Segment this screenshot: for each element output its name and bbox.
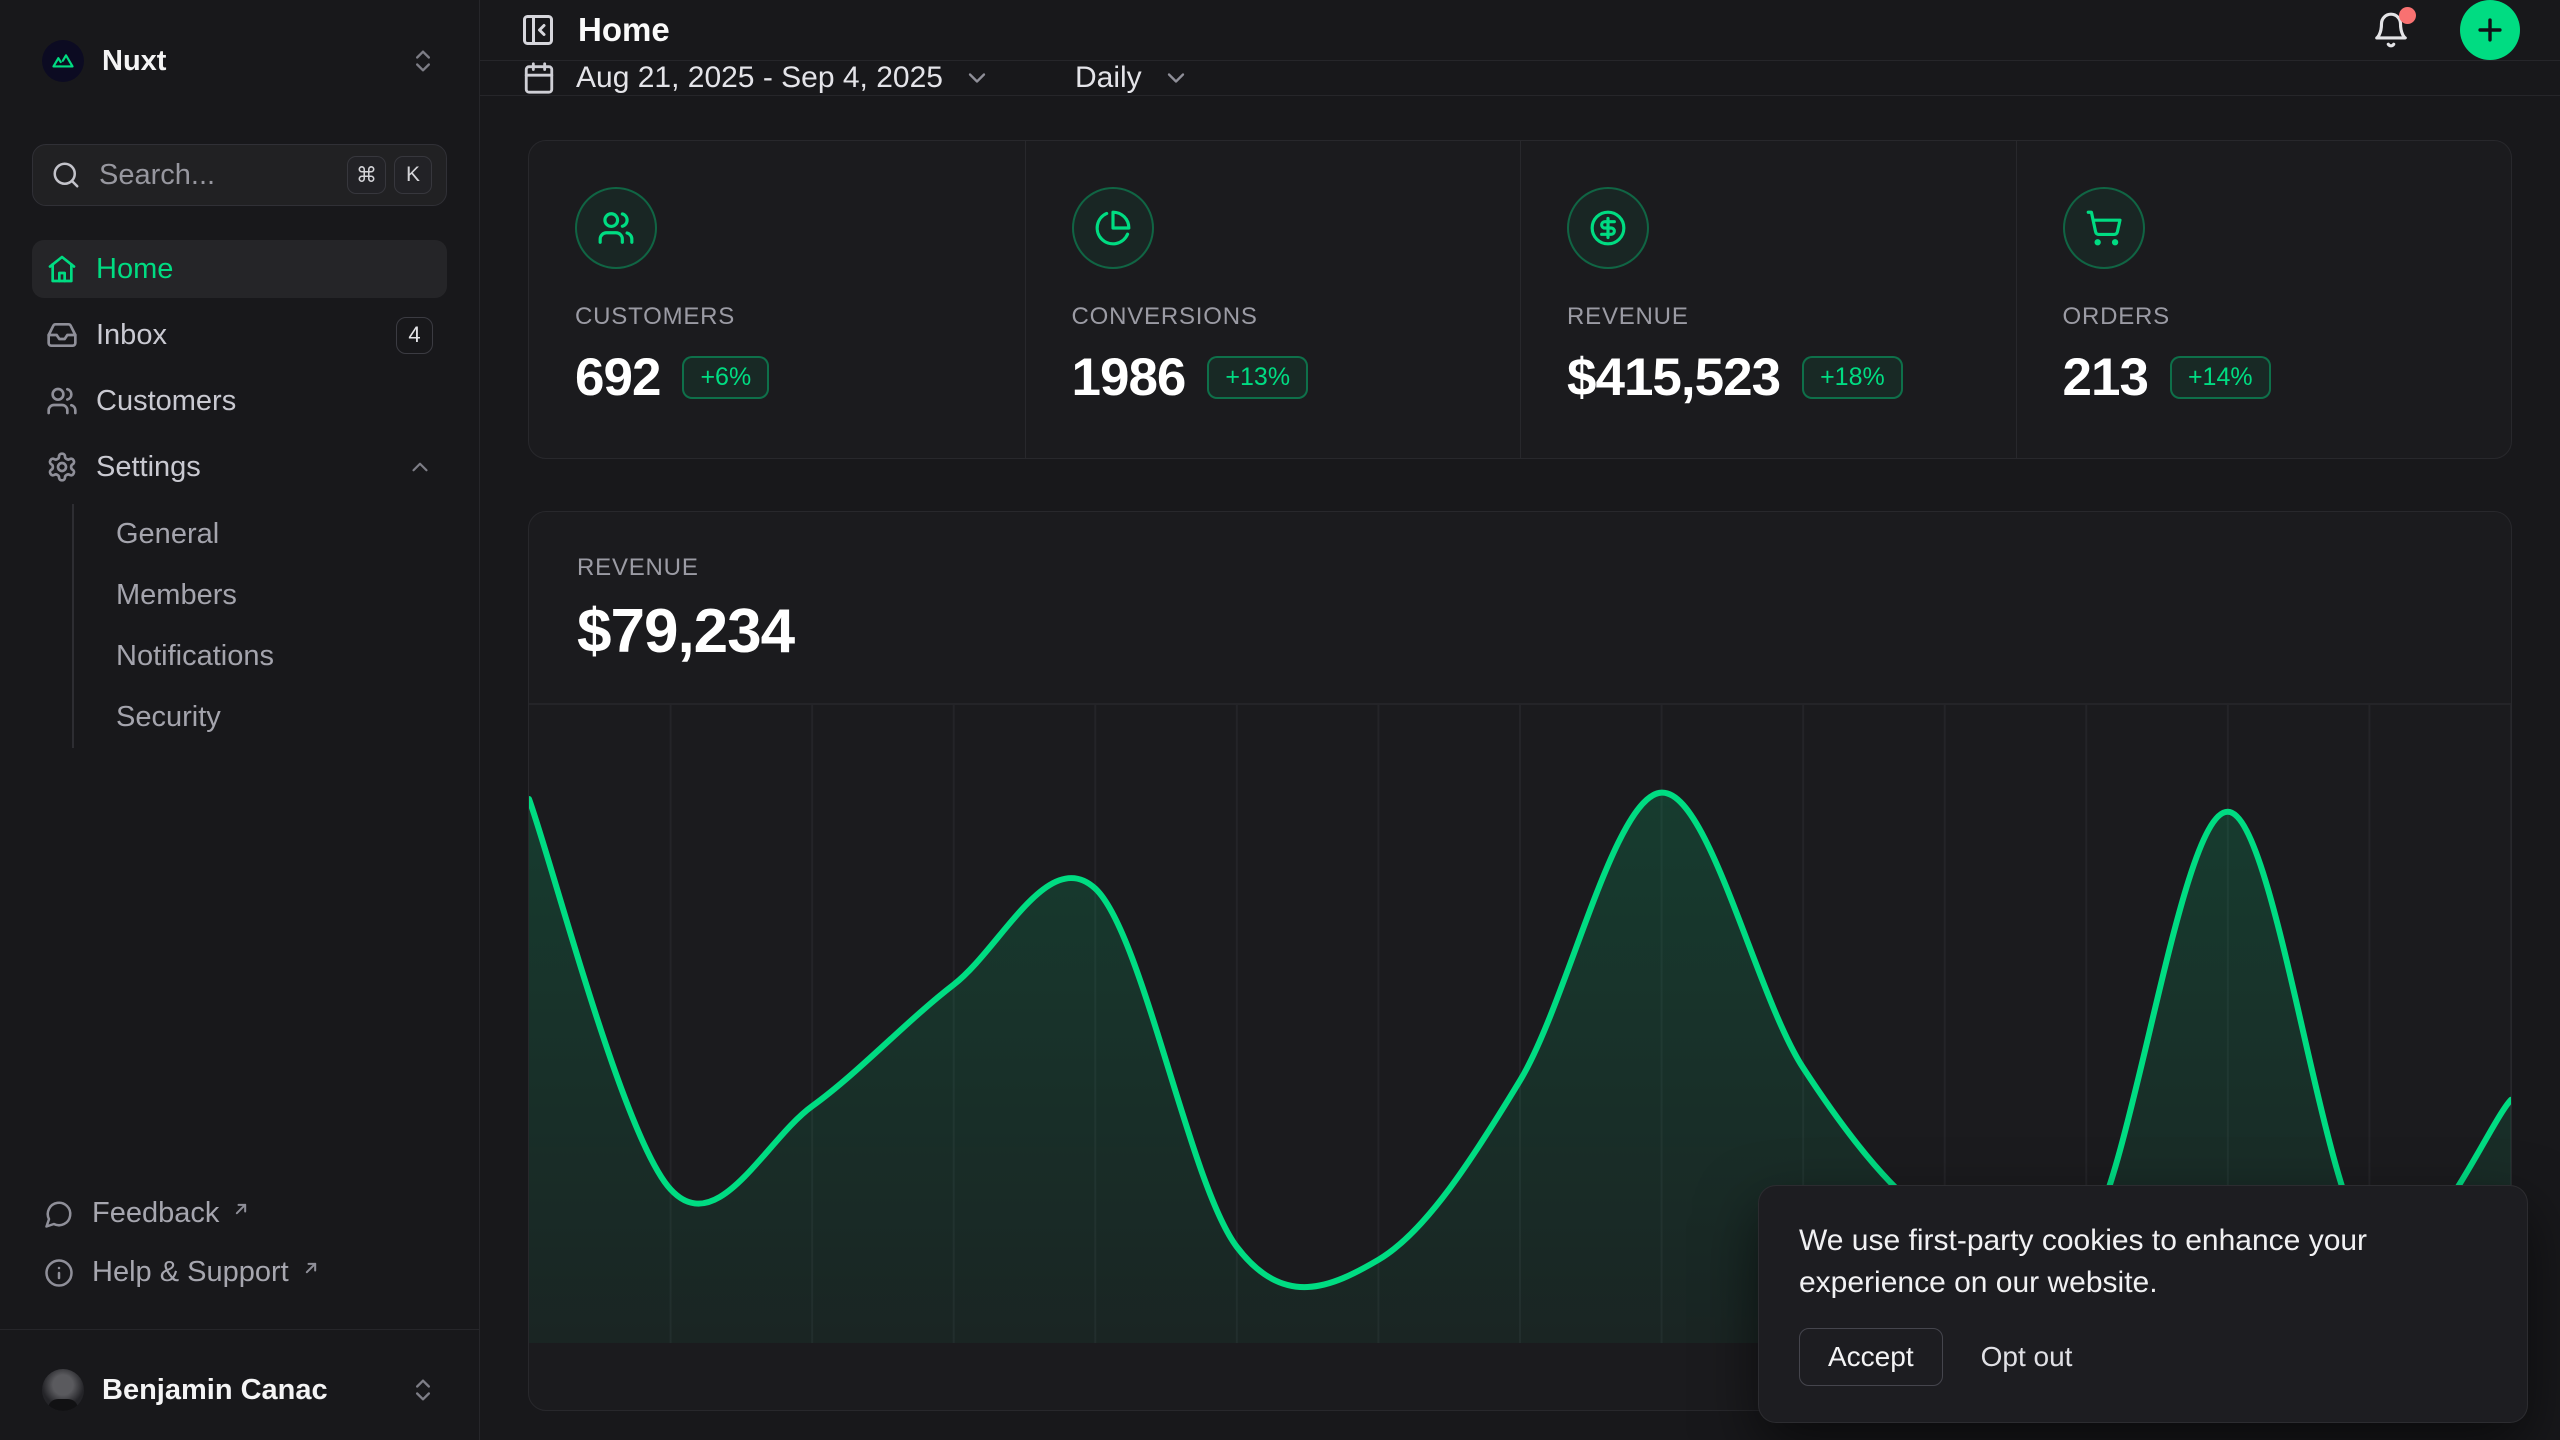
stat-value: $415,523	[1567, 347, 1780, 408]
dashboard-content: CUSTOMERS 692 +6% CONVERSIONS 1986 +13%	[480, 96, 2560, 1440]
search-input[interactable]: Search... ⌘ K	[32, 144, 447, 206]
workspace-switcher[interactable]: Nuxt	[32, 0, 447, 122]
kbd-command: ⌘	[347, 156, 386, 194]
help-support-label: Help & Support	[92, 1256, 289, 1289]
chevron-down-icon	[963, 64, 991, 92]
divider	[0, 1329, 479, 1330]
chevron-down-icon	[1162, 64, 1190, 92]
shopping-cart-icon	[2063, 187, 2145, 269]
stat-delta-badge: +14%	[2170, 356, 2271, 399]
search-icon	[51, 160, 81, 190]
cookie-message: We use first-party cookies to enhance yo…	[1799, 1220, 2487, 1304]
workspace-name: Nuxt	[102, 45, 391, 78]
sidebar-item-customers[interactable]: Customers	[32, 372, 447, 430]
stat-label: CONVERSIONS	[1072, 303, 1475, 331]
sidebar-item-security[interactable]: Security	[106, 687, 447, 748]
calendar-icon	[522, 61, 556, 95]
stat-value: 1986	[1072, 347, 1186, 408]
stat-delta-badge: +6%	[682, 356, 769, 399]
nuxt-logo-icon	[42, 40, 84, 82]
user-name: Benjamin Canac	[102, 1374, 391, 1407]
help-support-link[interactable]: Help & Support	[32, 1248, 447, 1297]
stat-revenue: REVENUE $415,523 +18%	[1520, 141, 2016, 458]
message-circle-icon	[44, 1199, 74, 1229]
filter-toolbar: Aug 21, 2025 - Sep 4, 2025 Daily	[480, 61, 2560, 96]
revenue-label: REVENUE	[577, 554, 2463, 582]
page-header: Home	[480, 0, 2560, 61]
chevrons-up-down-icon	[409, 47, 437, 75]
stat-conversions: CONVERSIONS 1986 +13%	[1025, 141, 1521, 458]
sidebar-item-home[interactable]: Home	[32, 240, 447, 298]
granularity-select[interactable]: Daily	[1075, 61, 1190, 95]
inbox-icon	[46, 319, 78, 351]
cookie-banner: We use first-party cookies to enhance yo…	[1758, 1185, 2528, 1423]
sidebar-item-label: Inbox	[96, 319, 167, 352]
stat-orders: ORDERS 213 +14%	[2016, 141, 2512, 458]
sidebar-item-settings[interactable]: Settings	[32, 438, 447, 496]
main-area: Home Aug 21, 2025 - Sep 4,	[480, 0, 2560, 1440]
collapse-sidebar-button[interactable]	[520, 12, 556, 48]
stat-label: REVENUE	[1567, 303, 1970, 331]
feedback-label: Feedback	[92, 1197, 219, 1230]
granularity-label: Daily	[1075, 61, 1142, 95]
kbd-k: K	[394, 156, 432, 194]
sidebar-item-label: Settings	[96, 451, 201, 484]
date-range-label: Aug 21, 2025 - Sep 4, 2025	[576, 61, 943, 95]
stat-delta-badge: +13%	[1207, 356, 1308, 399]
circle-dollar-sign-icon	[1567, 187, 1649, 269]
external-link-icon	[231, 1199, 251, 1219]
stat-label: ORDERS	[2063, 303, 2466, 331]
sidebar-item-notifications[interactable]: Notifications	[106, 626, 447, 687]
plus-icon	[2473, 13, 2507, 47]
user-menu[interactable]: Benjamin Canac	[32, 1340, 447, 1440]
sidebar-nav: Home Inbox 4 Customers	[32, 240, 447, 748]
stat-customers: CUSTOMERS 692 +6%	[529, 141, 1025, 458]
pie-chart-icon	[1072, 187, 1154, 269]
sidebar-footer: Feedback Help & Support Ben	[32, 1189, 447, 1440]
sidebar-item-label: Customers	[96, 385, 236, 418]
settings-sub-list: General Members Notifications Security	[72, 504, 447, 748]
sidebar-item-label: Home	[96, 253, 173, 286]
panel-left-close-icon	[520, 12, 556, 48]
chevrons-up-down-icon	[409, 1376, 437, 1404]
notifications-button[interactable]	[2372, 11, 2410, 49]
gear-icon	[46, 451, 78, 483]
accept-cookies-button[interactable]: Accept	[1799, 1328, 1943, 1386]
stat-value: 692	[575, 347, 660, 408]
external-link-icon	[301, 1258, 321, 1278]
revenue-value: $79,234	[577, 596, 2463, 667]
sidebar: Nuxt Search... ⌘ K Home	[0, 0, 480, 1440]
search-shortcut: ⌘ K	[347, 156, 432, 194]
stat-delta-badge: +18%	[1802, 356, 1903, 399]
feedback-link[interactable]: Feedback	[32, 1189, 447, 1238]
inbox-count-badge: 4	[396, 317, 433, 354]
add-button[interactable]	[2460, 0, 2520, 60]
stats-card: CUSTOMERS 692 +6% CONVERSIONS 1986 +13%	[528, 140, 2512, 459]
sidebar-item-general[interactable]: General	[106, 504, 447, 565]
avatar	[42, 1369, 84, 1411]
users-icon	[46, 385, 78, 417]
sidebar-item-inbox[interactable]: Inbox 4	[32, 306, 447, 364]
users-icon	[575, 187, 657, 269]
opt-out-button[interactable]: Opt out	[1981, 1341, 2073, 1373]
stat-label: CUSTOMERS	[575, 303, 979, 331]
info-circle-icon	[44, 1258, 74, 1288]
chevron-up-icon	[407, 454, 433, 480]
date-range-picker[interactable]: Aug 21, 2025 - Sep 4, 2025	[522, 61, 991, 95]
revenue-card-header: REVENUE $79,234	[529, 512, 2511, 667]
stat-value: 213	[2063, 347, 2148, 408]
page-title: Home	[578, 11, 2350, 49]
house-icon	[46, 253, 78, 285]
search-placeholder: Search...	[99, 159, 329, 192]
notification-dot	[2399, 7, 2416, 24]
sidebar-item-members[interactable]: Members	[106, 565, 447, 626]
